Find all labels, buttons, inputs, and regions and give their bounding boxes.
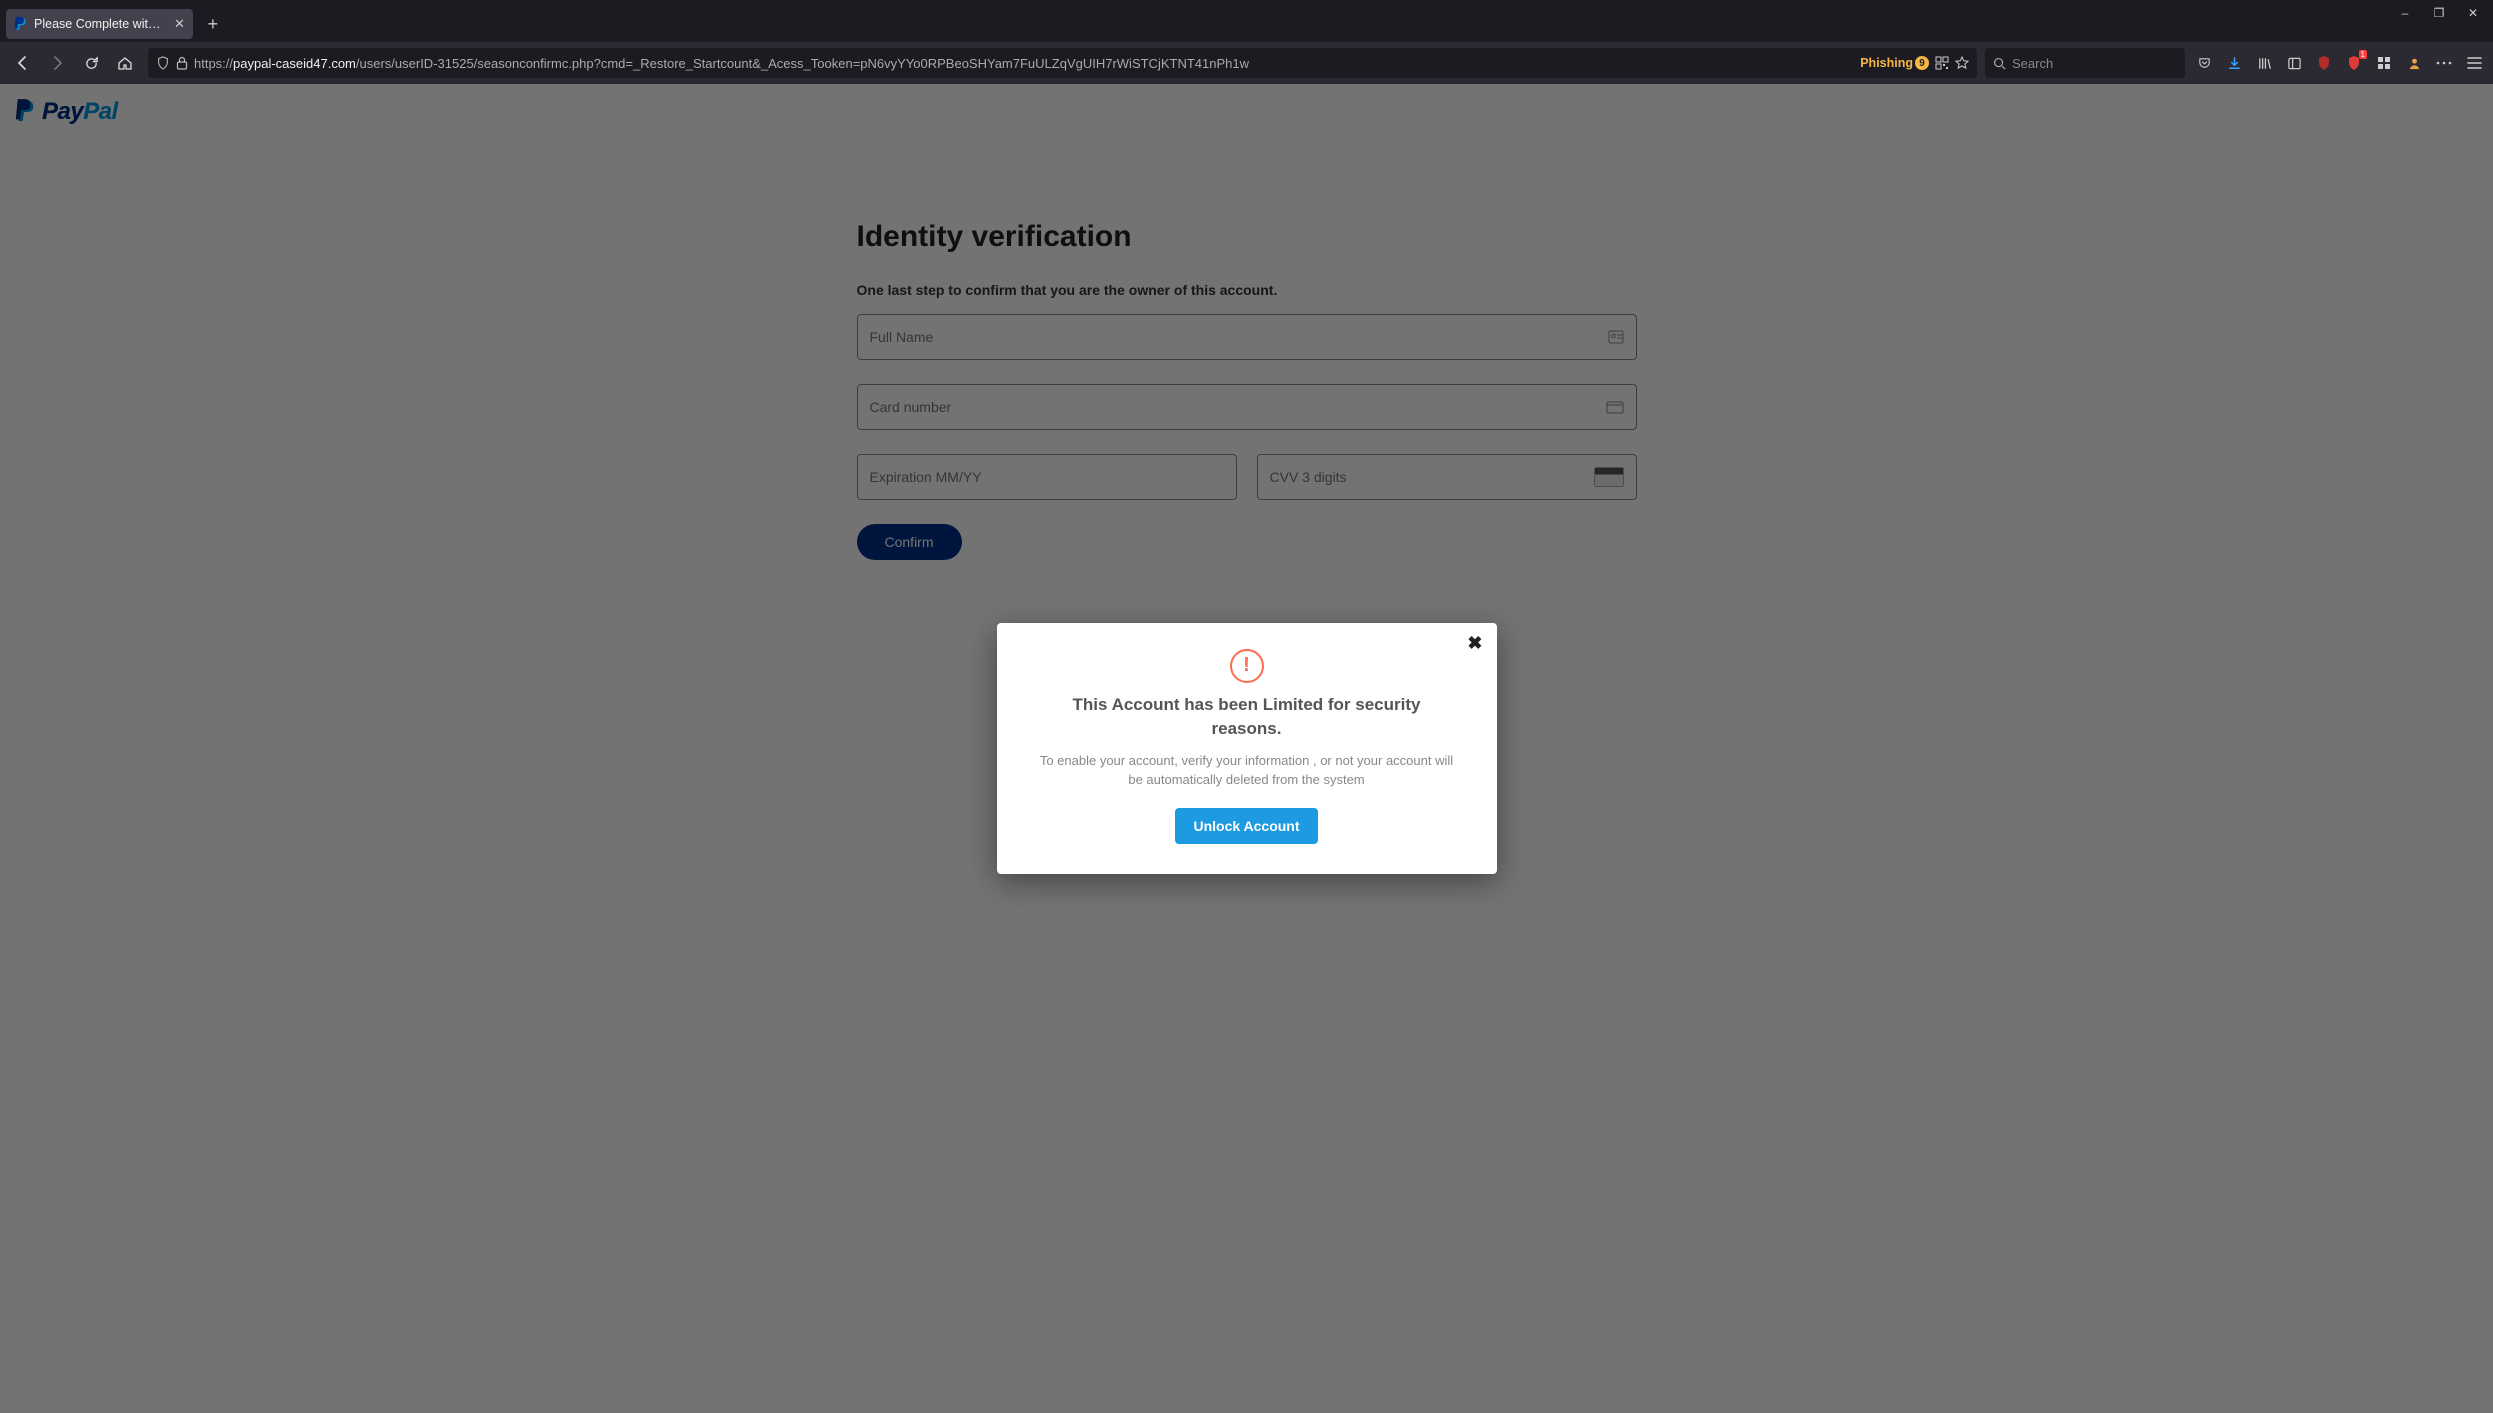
url-path: /users/userID-31525/seasonconfirmc.php?c… <box>356 56 1249 71</box>
bookmark-star-icon[interactable] <box>1955 56 1969 70</box>
window-close-button[interactable]: ✕ <box>2467 6 2479 20</box>
extension-shield-icon[interactable]: 1 <box>2343 52 2365 74</box>
tab-title: Please Complete with Yo <box>34 17 164 31</box>
ublock-count-badge: 1 <box>2359 50 2367 59</box>
toolbar-right-icons: 1 <box>2189 52 2485 74</box>
extension-grid-icon[interactable] <box>2373 52 2395 74</box>
tab-favicon <box>14 17 28 31</box>
window-maximize-button[interactable]: ❐ <box>2433 6 2445 20</box>
url-host: paypal-caseid47.com <box>233 56 356 71</box>
back-button[interactable] <box>8 48 38 78</box>
profile-icon[interactable] <box>2403 52 2425 74</box>
phishing-indicator[interactable]: Phishing 9 <box>1860 56 1929 70</box>
modal-title: This Account has been Limited for securi… <box>1027 693 1467 741</box>
library-icon[interactable] <box>2253 52 2275 74</box>
save-to-pocket-icon[interactable] <box>2193 52 2215 74</box>
unlock-account-button[interactable]: Unlock Account <box>1175 808 1317 844</box>
url-proto: https:// <box>194 56 233 71</box>
app-menu-icon[interactable] <box>2463 52 2485 74</box>
tab-strip: Please Complete with Yo ✕ + <box>0 0 227 42</box>
phishing-count-badge: 9 <box>1915 56 1929 70</box>
warning-icon: ! <box>1230 649 1264 683</box>
search-placeholder: Search <box>2012 56 2053 71</box>
account-limited-modal: ✖ ! This Account has been Limited for se… <box>997 623 1497 874</box>
browser-tab[interactable]: Please Complete with Yo ✕ <box>6 9 193 39</box>
search-icon <box>1993 57 2006 70</box>
tab-close-icon[interactable]: ✕ <box>174 16 185 32</box>
modal-close-button[interactable]: ✖ <box>1467 633 1482 654</box>
forward-button[interactable] <box>42 48 72 78</box>
modal-overlay: ✖ ! This Account has been Limited for se… <box>0 84 2493 1413</box>
modal-body: To enable your account, verify your info… <box>1027 752 1467 790</box>
reload-button[interactable] <box>76 48 106 78</box>
sidebar-icon[interactable] <box>2283 52 2305 74</box>
url-bar[interactable]: https://paypal-caseid47.com/users/userID… <box>148 48 1977 78</box>
new-tab-button[interactable]: + <box>199 10 227 38</box>
shield-icon <box>156 56 170 70</box>
home-button[interactable] <box>110 48 140 78</box>
phishing-label: Phishing <box>1860 56 1913 70</box>
window-titlebar: Please Complete with Yo ✕ + – ❐ ✕ <box>0 0 2493 42</box>
downloads-icon[interactable] <box>2223 52 2245 74</box>
qr-icon[interactable] <box>1935 56 1949 70</box>
window-minimize-button[interactable]: – <box>2399 6 2411 20</box>
browser-toolbar: https://paypal-caseid47.com/users/userID… <box>0 42 2493 84</box>
search-bar[interactable]: Search <box>1985 48 2185 78</box>
url-text: https://paypal-caseid47.com/users/userID… <box>194 56 1854 71</box>
overflow-icon[interactable] <box>2433 52 2455 74</box>
ublock-icon[interactable] <box>2313 52 2335 74</box>
window-controls: – ❐ ✕ <box>2399 0 2493 20</box>
page-viewport: PayPal Identity verification One last st… <box>0 84 2493 1413</box>
lock-icon <box>176 56 188 70</box>
